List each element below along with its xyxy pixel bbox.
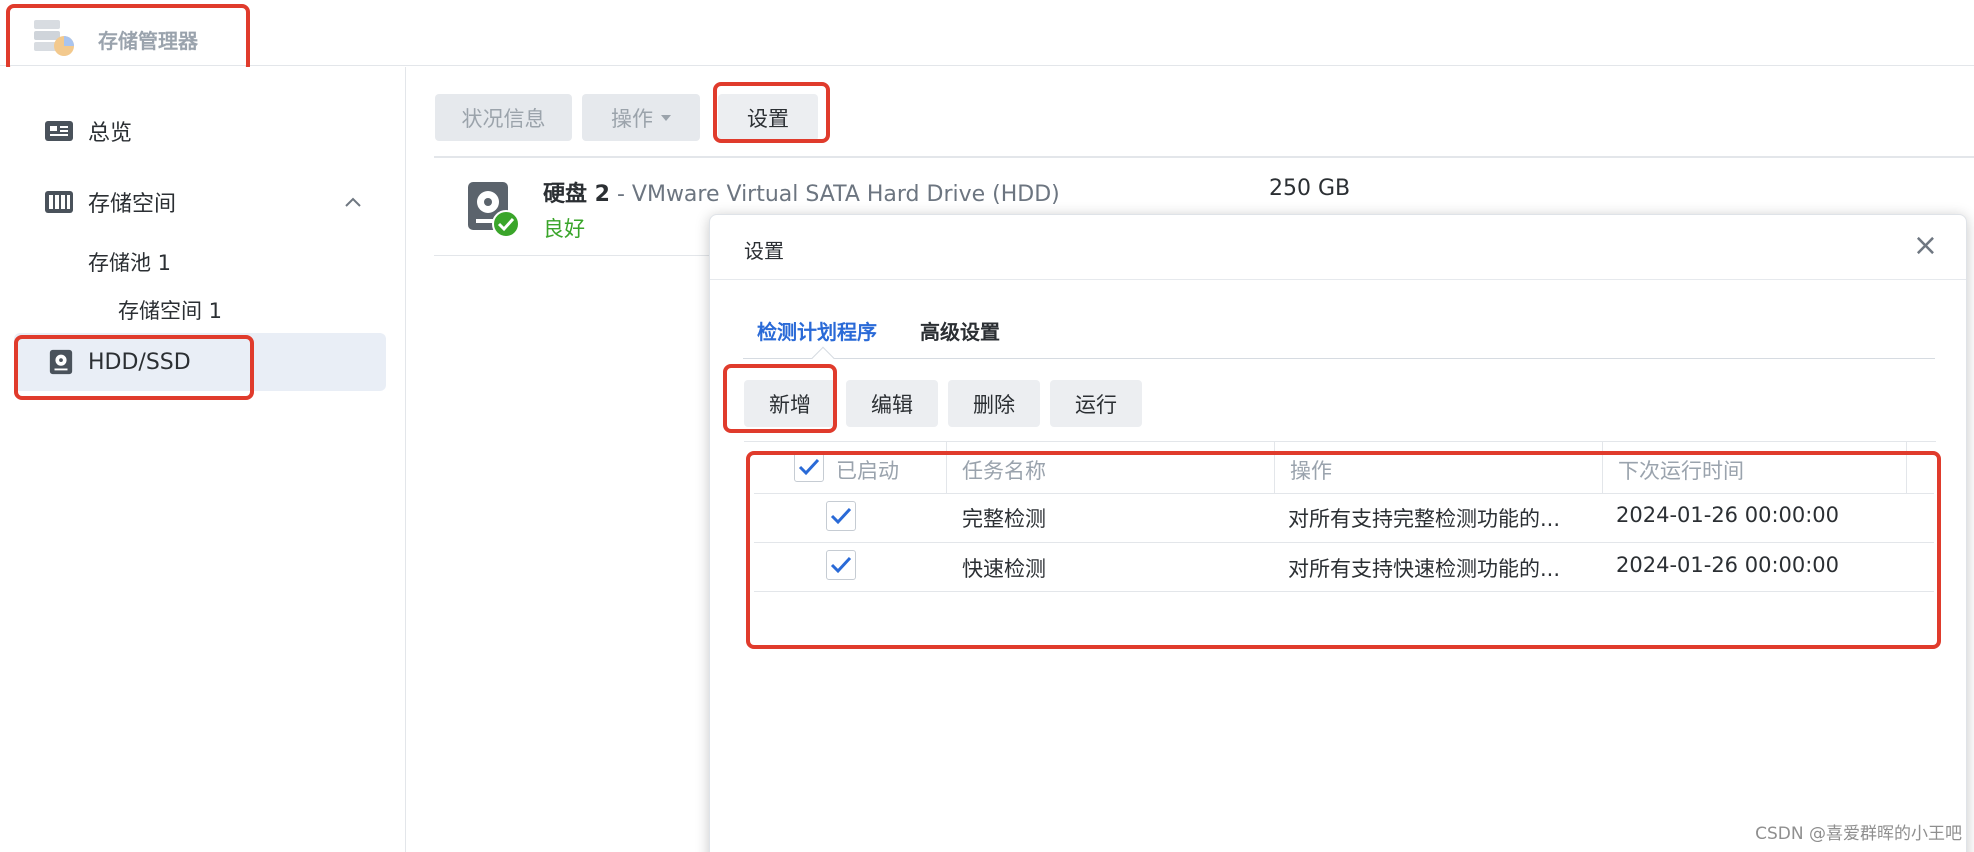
status-info-label: 状况信息 [461,106,546,131]
task-name-cell: 快速检测 [962,557,1046,581]
disk-name: 硬盘 2 - VMware Virtual SATA Hard Drive (H… [543,176,1060,208]
disk-row-divider [434,255,714,256]
disk-size: 250 GB [1269,176,1351,201]
app-header: 存储管理器 [0,0,1974,66]
settings-button[interactable]: 设置 [718,94,818,141]
hdd-healthy-icon [468,182,520,238]
column-separator [1906,442,1907,494]
check-icon [830,556,852,574]
app-title-area: 存储管理器 [12,6,246,69]
tabs-divider [743,358,1935,359]
check-icon [830,507,852,525]
edit-button[interactable]: 编辑 [846,380,938,427]
next-run-cell: 2024-01-26 00:00:00 [1616,503,1840,527]
tab-schedule[interactable]: 检测计划程序 [757,316,877,345]
grid-header-top-line [744,441,1936,442]
sidebar-item-label: HDD/SSD [88,349,191,375]
row-divider [754,591,1934,592]
toolbar-divider [434,156,1974,158]
column-header-task-name[interactable]: 任务名称 [962,455,1046,485]
column-header-enabled[interactable]: 已启动 [836,455,899,485]
disk-status: 良好 [543,217,585,241]
settings-dialog: 设置 × 检测计划程序 高级设置 新增 编辑 删除 运行 已启动 任务名称 操作… [709,214,1967,852]
operation-cell: 对所有支持完整检测功能的... [1288,507,1561,531]
action-label: 操作 [611,106,653,131]
sidebar-item-label: 总览 [88,121,133,146]
chevron-up-icon[interactable] [344,196,362,208]
sidebar: 总览 存储空间 存储池 1 存储空间 1 HDD/SSD [0,67,406,852]
run-button[interactable]: 运行 [1050,380,1142,427]
storage-space-icon [45,191,73,213]
sidebar-item-hdd-ssd[interactable]: HDD/SSD [14,333,386,391]
delete-button[interactable]: 删除 [948,380,1040,427]
add-label: 新增 [769,392,811,417]
task-name-cell: 完整检测 [962,507,1046,531]
column-separator [1274,442,1275,494]
caret-down-icon [661,114,671,121]
add-button[interactable]: 新增 [744,380,836,427]
action-dropdown-button[interactable]: 操作 [582,94,700,141]
tab-advanced[interactable]: 高级设置 [920,316,1000,345]
sidebar-item-overview[interactable]: 总览 [14,102,386,160]
sidebar-subitem-storage-pool[interactable]: 存储池 1 [88,247,171,277]
storage-manager-icon [34,20,74,56]
active-tab-pointer [811,346,835,370]
row-enabled-checkbox[interactable] [826,550,856,580]
watermark: CSDN @喜爱群晖的小王吧 [1755,824,1962,844]
disk-separator: - [609,182,632,207]
column-separator [1602,442,1603,494]
dialog-title-divider [710,279,1966,280]
sidebar-subitem-storage-volume[interactable]: 存储空间 1 [118,295,222,325]
app-title: 存储管理器 [98,29,198,53]
row-enabled-checkbox[interactable] [826,501,856,531]
column-separator [946,442,947,494]
disk-model: VMware Virtual SATA Hard Drive (HDD) [631,182,1060,207]
column-header-next-run[interactable]: 下次运行时间 [1618,455,1744,485]
hdd-icon [49,349,73,375]
overview-icon [45,121,73,141]
run-label: 运行 [1075,392,1117,417]
operation-cell: 对所有支持快速检测功能的... [1288,557,1561,581]
delete-label: 删除 [973,392,1015,417]
grid-header-bottom-line [754,493,1934,494]
disk-label: 硬盘 2 [543,182,610,207]
dialog-title: 设置 [744,239,784,263]
sidebar-item-label: 存储空间 [88,192,177,217]
edit-label: 编辑 [871,392,913,417]
sidebar-item-storage-space[interactable]: 存储空间 [14,173,386,231]
select-all-checkbox[interactable] [794,452,824,482]
settings-label: 设置 [747,106,789,131]
row-divider [754,542,1934,543]
check-icon [798,458,820,476]
close-icon[interactable]: × [1913,231,1938,261]
status-info-button[interactable]: 状况信息 [435,94,572,141]
column-header-operation[interactable]: 操作 [1290,455,1332,485]
next-run-cell: 2024-01-26 00:00:00 [1616,553,1840,577]
